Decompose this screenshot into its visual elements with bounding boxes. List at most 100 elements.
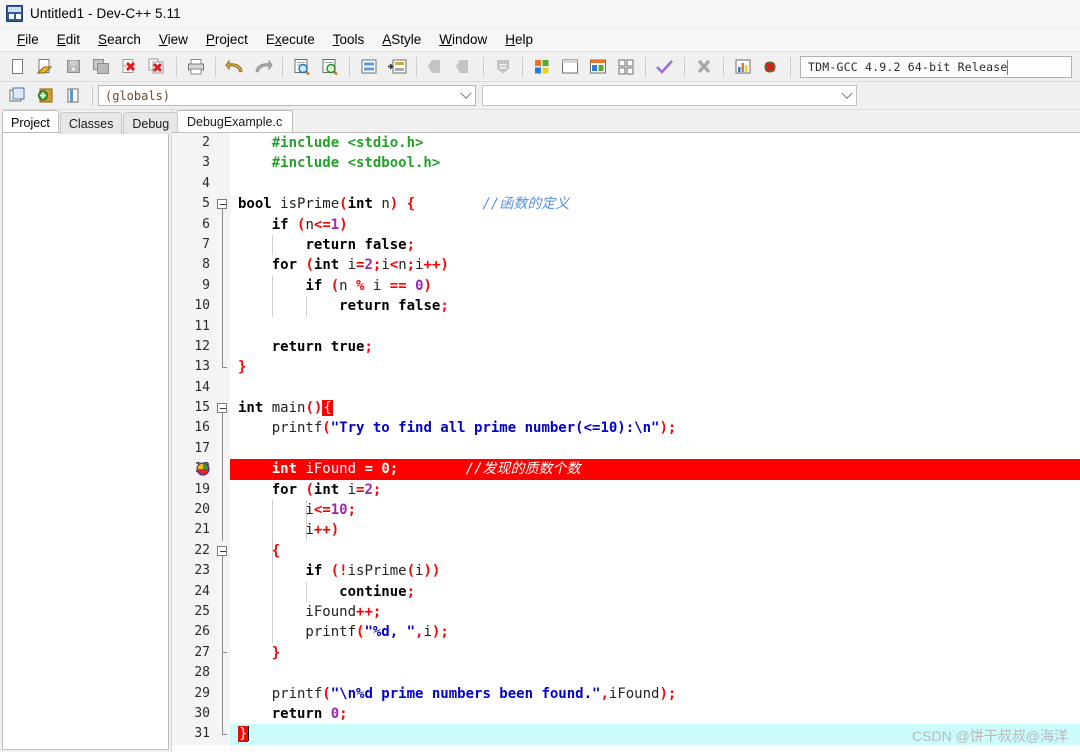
fold-collapse-icon[interactable] bbox=[217, 545, 227, 556]
code-line[interactable]: 20 i<=10; bbox=[172, 500, 1080, 521]
code-line[interactable]: 7 return false; bbox=[172, 234, 1080, 256]
fold-column[interactable] bbox=[216, 438, 230, 460]
fold-column[interactable] bbox=[216, 255, 230, 276]
toggle-icon[interactable] bbox=[32, 84, 58, 108]
profile-analysis-icon[interactable] bbox=[730, 55, 756, 79]
line-number[interactable]: 12 bbox=[172, 336, 216, 358]
fold-column[interactable] bbox=[216, 133, 230, 154]
code-text[interactable] bbox=[230, 439, 1080, 459]
goto-line-icon[interactable] bbox=[356, 55, 382, 79]
insert-icon[interactable] bbox=[4, 84, 30, 108]
line-number[interactable]: 8 bbox=[172, 255, 216, 276]
fold-column[interactable] bbox=[216, 642, 230, 664]
fold-column[interactable] bbox=[216, 214, 230, 235]
new-file-icon[interactable] bbox=[4, 55, 30, 79]
code-text[interactable]: return false; bbox=[230, 235, 1080, 255]
code-line[interactable]: 11 bbox=[172, 316, 1080, 337]
dock-tab-classes[interactable]: Classes bbox=[59, 112, 123, 134]
print-icon[interactable] bbox=[183, 55, 209, 79]
rebuild-all-icon[interactable] bbox=[613, 55, 639, 79]
profile-icon[interactable] bbox=[490, 55, 516, 79]
code-text[interactable]: printf("%d, ",i); bbox=[230, 622, 1080, 642]
compile-icon[interactable] bbox=[529, 55, 555, 79]
menu-item-file[interactable]: File bbox=[8, 30, 48, 49]
line-number[interactable]: 27 bbox=[172, 642, 216, 664]
code-line[interactable]: 24 continue; bbox=[172, 581, 1080, 602]
line-number[interactable]: 17 bbox=[172, 438, 216, 460]
code-text[interactable]: #include <stdbool.h> bbox=[230, 153, 1080, 173]
code-line[interactable]: 16 printf("Try to find all prime number(… bbox=[172, 418, 1080, 439]
fold-column[interactable] bbox=[216, 581, 230, 602]
open-file-icon[interactable] bbox=[32, 55, 58, 79]
code-text[interactable] bbox=[230, 663, 1080, 683]
fold-collapse-icon[interactable] bbox=[217, 403, 227, 414]
line-number[interactable]: 29 bbox=[172, 683, 216, 704]
run-icon[interactable] bbox=[557, 55, 583, 79]
find-icon[interactable] bbox=[289, 55, 315, 79]
line-number[interactable]: 24 bbox=[172, 581, 216, 602]
fold-column[interactable] bbox=[216, 540, 230, 562]
code-line[interactable]: 4 bbox=[172, 173, 1080, 195]
line-number[interactable]: 28 bbox=[172, 663, 216, 684]
code-text[interactable]: continue; bbox=[230, 582, 1080, 602]
code-text[interactable]: } bbox=[230, 357, 1080, 377]
code-text[interactable]: printf("\n%d prime numbers been found.",… bbox=[230, 684, 1080, 704]
fold-column[interactable] bbox=[216, 479, 230, 501]
line-number[interactable]: 18 bbox=[172, 459, 216, 480]
line-number[interactable]: 26 bbox=[172, 622, 216, 643]
line-number[interactable]: 23 bbox=[172, 561, 216, 582]
close-all-icon[interactable] bbox=[144, 55, 170, 79]
code-text[interactable]: { bbox=[230, 541, 1080, 561]
line-number[interactable]: 13 bbox=[172, 357, 216, 378]
code-text[interactable]: return 0; bbox=[230, 704, 1080, 724]
code-line[interactable]: 30 return 0; bbox=[172, 703, 1080, 725]
code-line[interactable]: 29 printf("\n%d prime numbers been found… bbox=[172, 683, 1080, 704]
code-text[interactable] bbox=[230, 378, 1080, 398]
code-line[interactable]: 28 bbox=[172, 663, 1080, 684]
code-line[interactable]: 12 return true; bbox=[172, 336, 1080, 358]
line-number[interactable]: 3 bbox=[172, 153, 216, 174]
menu-item-edit[interactable]: Edit bbox=[48, 30, 89, 49]
code-line[interactable]: 8 for (int i=2;i<n;i++) bbox=[172, 255, 1080, 276]
code-line[interactable]: 10 return false; bbox=[172, 296, 1080, 317]
fold-column[interactable] bbox=[216, 398, 230, 419]
code-text[interactable]: #include <stdio.h> bbox=[230, 133, 1080, 153]
fold-column[interactable] bbox=[216, 500, 230, 521]
compile-run-icon[interactable] bbox=[585, 55, 611, 79]
fold-column[interactable] bbox=[216, 418, 230, 439]
code-line[interactable]: 23 if (!isPrime(i)) bbox=[172, 561, 1080, 582]
fold-column[interactable] bbox=[216, 683, 230, 704]
line-number[interactable]: 22 bbox=[172, 540, 216, 562]
menu-item-project[interactable]: Project bbox=[197, 30, 257, 49]
menu-item-view[interactable]: View bbox=[150, 30, 197, 49]
line-number[interactable]: 20 bbox=[172, 500, 216, 521]
code-text[interactable]: int main(){ bbox=[230, 398, 1080, 418]
code-line[interactable]: 5 bool isPrime(int n) { //函数的定义 bbox=[172, 194, 1080, 215]
code-line[interactable]: 22 { bbox=[172, 540, 1080, 562]
code-line[interactable]: 21 i++) bbox=[172, 520, 1080, 541]
code-line[interactable]: 25 iFound++; bbox=[172, 601, 1080, 623]
fold-column[interactable] bbox=[216, 234, 230, 256]
find-replace-icon[interactable] bbox=[317, 55, 343, 79]
step-forward-icon[interactable] bbox=[451, 55, 477, 79]
dock-tab-project[interactable]: Project bbox=[2, 110, 59, 132]
code-line[interactable]: 15 int main(){ bbox=[172, 398, 1080, 419]
menu-item-search[interactable]: Search bbox=[89, 30, 150, 49]
fold-column[interactable] bbox=[216, 459, 230, 480]
line-number[interactable]: 4 bbox=[172, 173, 216, 195]
fold-column[interactable] bbox=[216, 663, 230, 684]
fold-column[interactable] bbox=[216, 357, 230, 378]
code-text[interactable]: iFound++; bbox=[230, 602, 1080, 622]
line-number[interactable]: 15 bbox=[172, 398, 216, 419]
scope-combo[interactable]: (globals) bbox=[98, 85, 476, 106]
code-line[interactable]: 3 #include <stdbool.h> bbox=[172, 153, 1080, 174]
code-line[interactable]: 13} bbox=[172, 357, 1080, 378]
line-number[interactable]: 25 bbox=[172, 601, 216, 623]
menu-item-help[interactable]: Help bbox=[496, 30, 542, 49]
fold-column[interactable] bbox=[216, 724, 230, 745]
fold-column[interactable] bbox=[216, 336, 230, 358]
code-text[interactable] bbox=[230, 317, 1080, 337]
line-number[interactable]: 7 bbox=[172, 234, 216, 256]
code-text[interactable]: } bbox=[230, 643, 1080, 663]
fold-column[interactable] bbox=[216, 275, 230, 297]
